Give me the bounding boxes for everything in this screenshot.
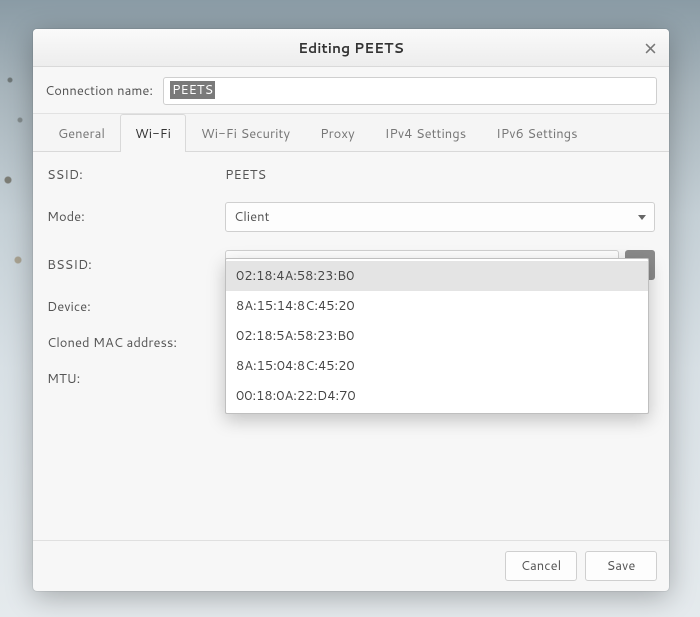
tab-proxy[interactable]: Proxy — [305, 114, 370, 152]
tab-general[interactable]: General — [43, 114, 120, 152]
dialog-footer: Cancel Save — [33, 540, 669, 591]
bssid-option[interactable]: 00:18:0A:22:D4:70 — [226, 381, 648, 411]
bssid-option[interactable]: 02:18:5A:58:23:B0 — [226, 321, 648, 351]
device-label: Device: — [47, 298, 217, 316]
ssid-value: PEETS — [225, 166, 655, 184]
close-icon — [645, 43, 656, 54]
mode-label: Mode: — [47, 208, 217, 226]
save-button[interactable]: Save — [585, 551, 657, 581]
bssid-label: BSSID: — [47, 256, 217, 274]
tab-bar: General Wi-Fi Wi-Fi Security Proxy IPv4 … — [33, 114, 669, 152]
chevron-down-icon — [638, 215, 646, 220]
bssid-option[interactable]: 02:18:4A:58:23:B0 — [226, 261, 648, 291]
tab-ipv6-settings[interactable]: IPv6 Settings — [481, 114, 592, 152]
mode-combobox[interactable]: Client — [225, 202, 655, 232]
tab-ipv4-settings[interactable]: IPv4 Settings — [370, 114, 481, 152]
cloned-mac-label: Cloned MAC address: — [47, 334, 217, 352]
network-editor-dialog: Editing PEETS Connection name: PEETS Gen… — [33, 29, 669, 591]
bssid-option[interactable]: 8A:15:14:8C:45:20 — [226, 291, 648, 321]
tab-wifi[interactable]: Wi-Fi — [120, 114, 186, 152]
connection-name-input[interactable]: PEETS — [163, 77, 657, 105]
dialog-title: Editing PEETS — [298, 38, 404, 58]
connection-name-row: Connection name: PEETS — [33, 67, 669, 114]
mode-value: Client — [234, 208, 638, 226]
wifi-form: SSID: PEETS Mode: Client BSSID: Device: … — [33, 152, 669, 540]
bssid-option[interactable]: 8A:15:04:8C:45:20 — [226, 351, 648, 381]
bssid-dropdown-list[interactable]: 02:18:4A:58:23:B0 8A:15:14:8C:45:20 02:1… — [225, 258, 649, 414]
connection-name-value: PEETS — [170, 81, 215, 99]
ssid-label: SSID: — [47, 166, 217, 184]
cancel-button[interactable]: Cancel — [505, 551, 577, 581]
mtu-label: MTU: — [47, 370, 217, 388]
titlebar: Editing PEETS — [33, 29, 669, 67]
tab-wifi-security[interactable]: Wi-Fi Security — [186, 114, 305, 152]
close-button[interactable] — [637, 35, 663, 61]
connection-name-label: Connection name: — [45, 82, 153, 100]
